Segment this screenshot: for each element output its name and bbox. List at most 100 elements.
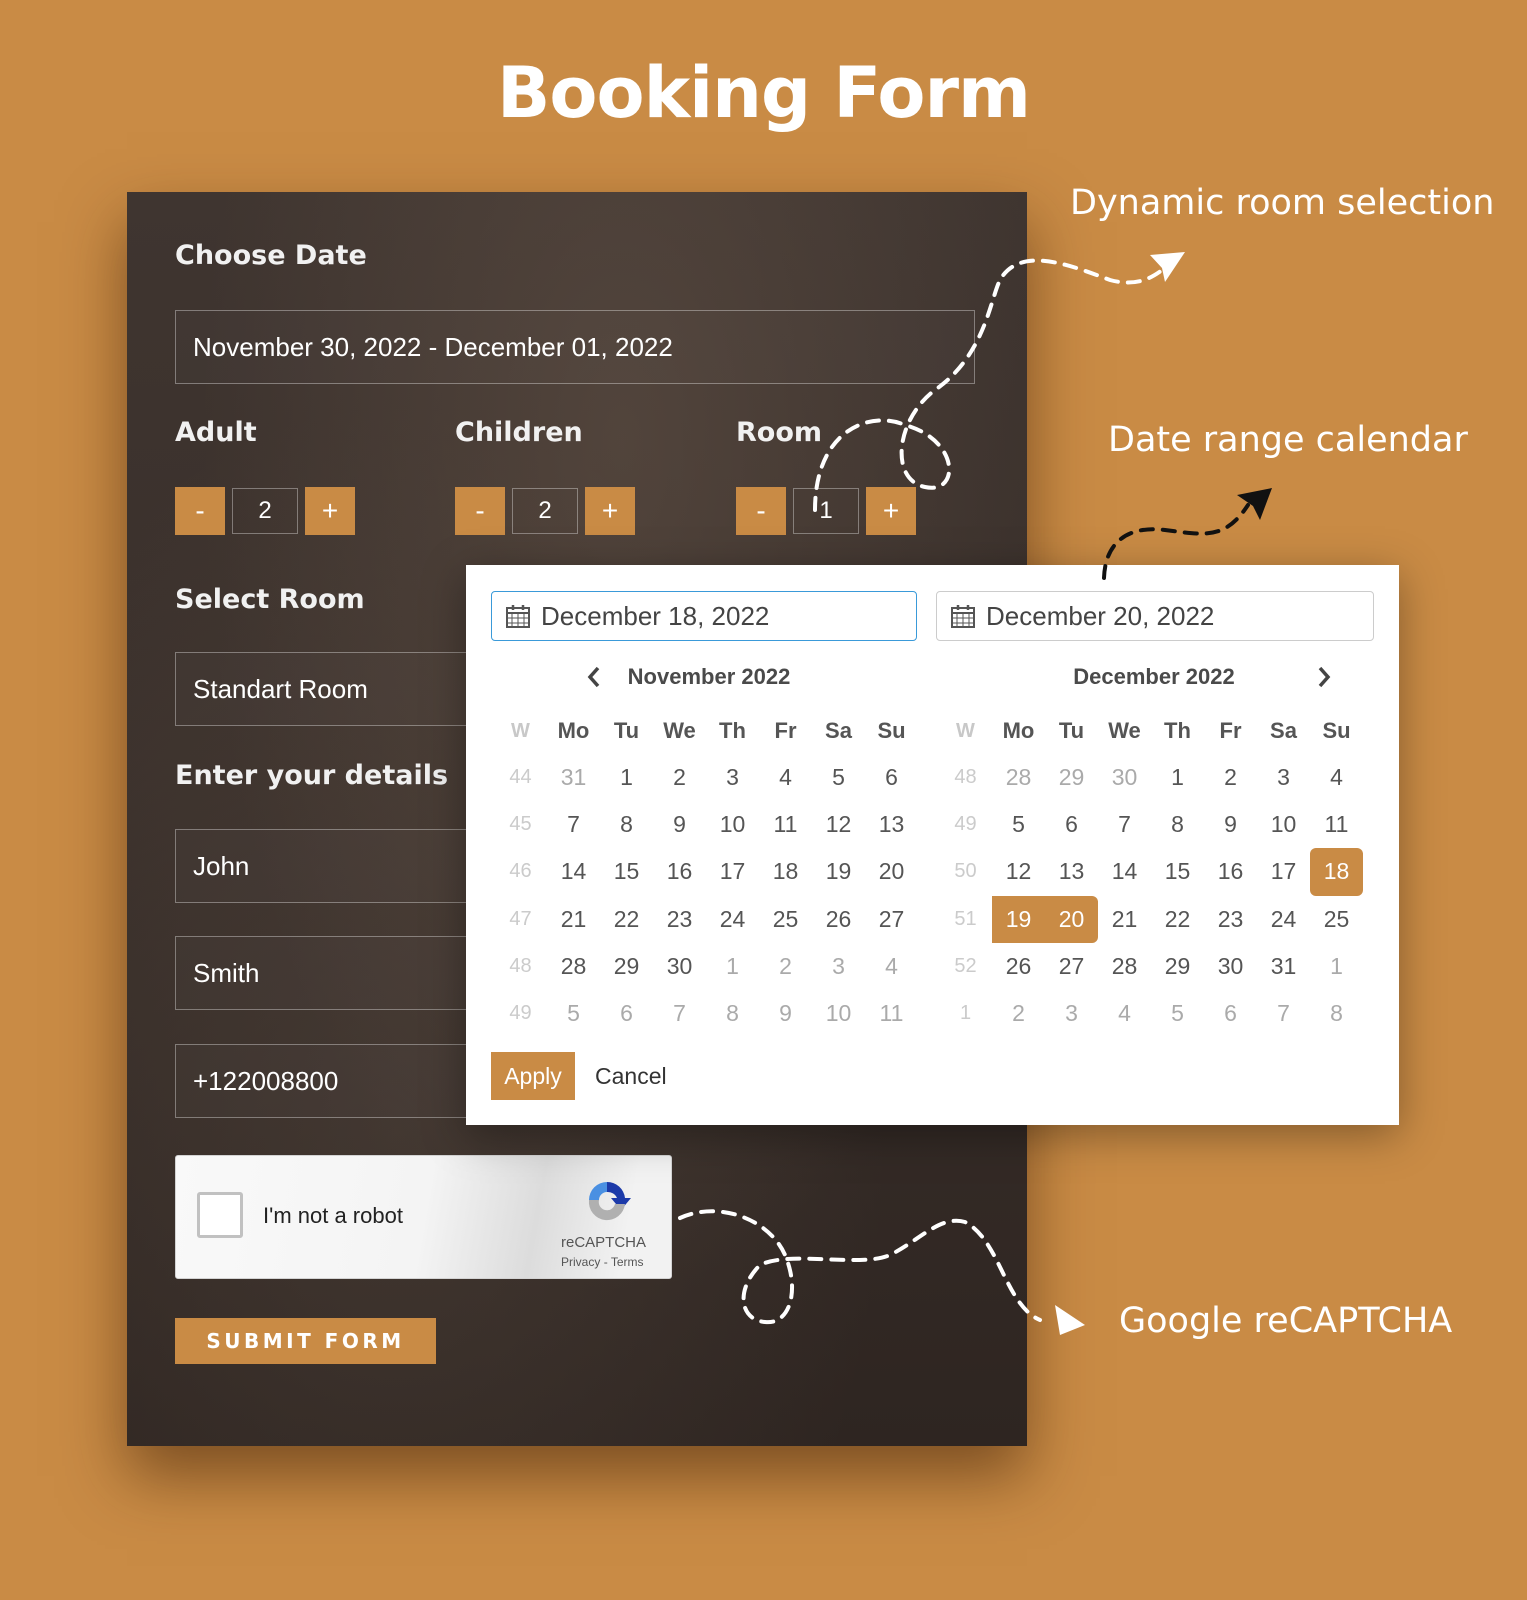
day-cell[interactable]: 9 [759,990,812,1037]
day-cell[interactable]: 21 [547,896,600,943]
day-cell[interactable]: 3 [1257,754,1310,801]
day-cell[interactable]: 28 [547,943,600,990]
date-range-field[interactable]: November 30, 2022 - December 01, 2022 [175,310,975,384]
day-cell[interactable]: 2 [759,943,812,990]
day-cell[interactable]: 8 [600,801,653,848]
privacy-link[interactable]: Privacy [561,1255,600,1269]
day-cell[interactable]: 7 [1257,990,1310,1037]
day-cell[interactable]: 27 [1045,943,1098,990]
end-date-input[interactable]: December 20, 2022 [936,591,1374,641]
day-cell[interactable]: 1 [1310,943,1363,990]
children-increment-button[interactable]: + [585,487,635,535]
day-cell[interactable]: 26 [992,943,1045,990]
day-cell[interactable]: 15 [600,848,653,895]
day-cell[interactable]: 3 [812,943,865,990]
adult-increment-button[interactable]: + [305,487,355,535]
day-cell[interactable]: 15 [1151,848,1204,895]
day-cell[interactable]: 10 [1257,801,1310,848]
day-cell[interactable]: 23 [653,896,706,943]
day-cell[interactable]: 7 [1098,801,1151,848]
recaptcha-checkbox[interactable] [197,1192,243,1238]
day-cell[interactable]: 31 [547,754,600,801]
day-cell[interactable]: 11 [865,990,918,1037]
day-cell[interactable]: 27 [865,896,918,943]
day-cell[interactable]: 30 [1204,943,1257,990]
day-cell[interactable]: 4 [865,943,918,990]
day-cell[interactable]: 11 [1310,801,1363,848]
children-value[interactable]: 2 [512,488,578,534]
day-cell[interactable]: 2 [1204,754,1257,801]
day-cell[interactable]: 12 [992,848,1045,895]
children-decrement-button[interactable]: - [455,487,505,535]
start-date-input[interactable]: December 18, 2022 [491,591,917,641]
day-cell[interactable]: 4 [1310,754,1363,801]
day-cell[interactable]: 1 [1151,754,1204,801]
day-cell[interactable]: 29 [1045,754,1098,801]
day-cell[interactable]: 8 [706,990,759,1037]
day-cell[interactable]: 12 [812,801,865,848]
day-cell[interactable]: 9 [653,801,706,848]
day-cell[interactable]: 7 [547,801,600,848]
day-cell[interactable]: 23 [1204,896,1257,943]
day-cell[interactable]: 13 [865,801,918,848]
terms-link[interactable]: Terms [611,1255,644,1269]
day-cell[interactable]: 4 [759,754,812,801]
day-cell[interactable]: 16 [1204,848,1257,895]
day-cell[interactable]: 1 [706,943,759,990]
day-cell[interactable]: 2 [992,990,1045,1037]
adult-value[interactable]: 2 [232,488,298,534]
day-cell[interactable]: 16 [653,848,706,895]
day-cell[interactable]: 24 [1257,896,1310,943]
day-cell[interactable]: 10 [706,801,759,848]
submit-form-button[interactable]: SUBMIT FORM [175,1318,436,1364]
adult-decrement-button[interactable]: - [175,487,225,535]
day-cell[interactable]: 19 [812,848,865,895]
day-cell[interactable]: 6 [1204,990,1257,1037]
day-cell[interactable]: 22 [600,896,653,943]
day-cell[interactable]: 22 [1151,896,1204,943]
day-cell[interactable]: 29 [600,943,653,990]
selected-day-cell[interactable]: 18 [1310,848,1363,896]
day-cell[interactable]: 14 [547,848,600,895]
day-cell[interactable]: 6 [1045,801,1098,848]
day-cell[interactable]: 17 [1257,848,1310,895]
day-cell[interactable]: 5 [547,990,600,1037]
day-cell[interactable]: 20 [865,848,918,895]
room-value[interactable]: 1 [793,488,859,534]
day-cell[interactable]: 26 [812,896,865,943]
day-cell[interactable]: 17 [706,848,759,895]
day-cell[interactable]: 6 [865,754,918,801]
day-cell[interactable]: 2 [653,754,706,801]
day-cell[interactable]: 4 [1098,990,1151,1037]
day-cell[interactable]: 3 [1045,990,1098,1037]
day-cell[interactable]: 11 [759,801,812,848]
day-cell[interactable]: 8 [1310,990,1363,1037]
day-cell[interactable]: 25 [1310,896,1363,943]
day-cell[interactable]: 5 [1151,990,1204,1037]
day-cell[interactable]: 6 [600,990,653,1037]
day-cell[interactable]: 5 [812,754,865,801]
day-cell[interactable]: 1 [600,754,653,801]
day-cell[interactable]: 28 [992,754,1045,801]
day-cell[interactable]: 7 [653,990,706,1037]
day-cell[interactable]: 18 [759,848,812,895]
cancel-button[interactable]: Cancel [595,1063,667,1090]
day-cell[interactable]: 24 [706,896,759,943]
day-cell[interactable]: 8 [1151,801,1204,848]
day-cell[interactable]: 3 [706,754,759,801]
day-cell[interactable]: 25 [759,896,812,943]
day-cell[interactable]: 14 [1098,848,1151,895]
day-cell[interactable]: 30 [653,943,706,990]
next-month-button[interactable] [1309,662,1339,692]
day-cell[interactable]: 21 [1098,896,1151,943]
day-cell[interactable]: 13 [1045,848,1098,895]
selected-day-cell[interactable]: 20 [1045,895,1098,943]
day-cell[interactable]: 10 [812,990,865,1037]
day-cell[interactable]: 31 [1257,943,1310,990]
day-cell[interactable]: 9 [1204,801,1257,848]
day-cell[interactable]: 30 [1098,754,1151,801]
apply-button[interactable]: Apply [491,1052,575,1100]
day-cell[interactable]: 28 [1098,943,1151,990]
day-cell[interactable]: 5 [992,801,1045,848]
room-decrement-button[interactable]: - [736,487,786,535]
